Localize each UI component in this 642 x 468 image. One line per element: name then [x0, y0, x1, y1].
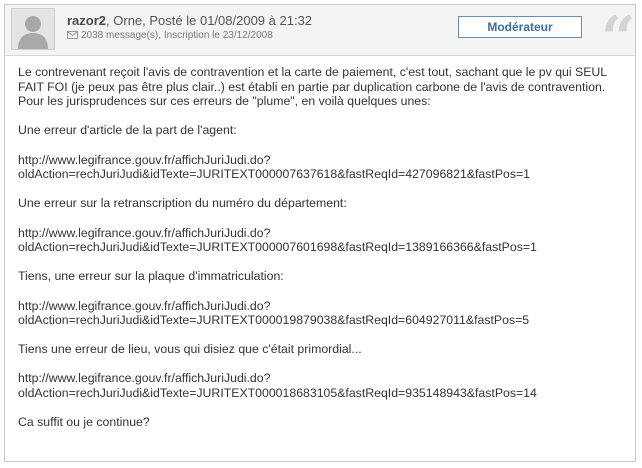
mail-icon[interactable]: [67, 31, 78, 39]
post-date: Posté le 01/08/2009 à 21:32: [149, 13, 313, 28]
avatar-placeholder-icon: [12, 9, 54, 49]
post-paragraph: Une erreur sur la retranscription du num…: [18, 196, 347, 211]
registration-date: , Inscription le 23/12/2008: [158, 30, 273, 41]
quote-icon[interactable]: “: [601, 9, 636, 69]
post-paragraph: Le contrevenant reçoit l'avis de contrav…: [18, 65, 607, 109]
user-location: , Orne,: [106, 13, 150, 28]
legifrance-link-2[interactable]: http://www.legifrance.gouv.fr/affichJuri…: [18, 226, 618, 255]
post-paragraph: Tiens, une erreur sur la plaque d'immatr…: [18, 269, 284, 284]
post-paragraph: Une erreur d'article de la part de l'age…: [18, 123, 237, 138]
post-body: Le contrevenant reçoit l'avis de contrav…: [18, 65, 618, 444]
post-paragraph: Ca suffit ou je continue?: [18, 415, 150, 430]
post-meta: razor2, Orne, Posté le 01/08/2009 à 21:3…: [67, 13, 312, 28]
user-stats: 2038 message(s), Inscription le 23/12/20…: [67, 30, 273, 41]
post-header: razor2, Orne, Posté le 01/08/2009 à 21:3…: [5, 5, 636, 69]
forum-post: razor2, Orne, Posté le 01/08/2009 à 21:3…: [4, 4, 636, 462]
user-avatar[interactable]: [11, 8, 55, 50]
message-count[interactable]: 2038 message(s): [81, 30, 158, 41]
username-link[interactable]: razor2: [67, 13, 106, 28]
post-paragraph: Tiens une erreur de lieu, vous qui disie…: [18, 342, 362, 357]
legifrance-link-1[interactable]: http://www.legifrance.gouv.fr/affichJuri…: [18, 153, 618, 182]
moderator-badge: Modérateur: [458, 16, 582, 38]
legifrance-link-3[interactable]: http://www.legifrance.gouv.fr/affichJuri…: [18, 299, 618, 328]
legifrance-link-4[interactable]: http://www.legifrance.gouv.fr/affichJuri…: [18, 371, 618, 400]
